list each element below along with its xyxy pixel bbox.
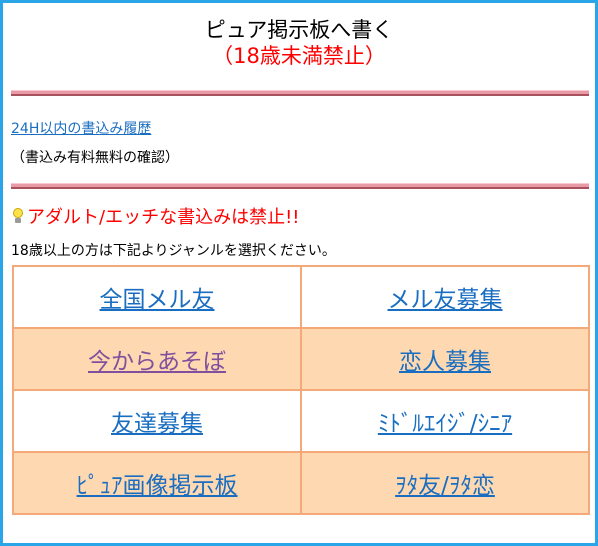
genre-cell: メル友募集 — [300, 265, 590, 329]
genre-table: 全国メル友 メル友募集 今からあそぼ 恋人募集 友達募集 ﾐﾄﾞﾙｴｲｼﾞ/ｼﾆ… — [12, 265, 590, 515]
age-restriction-notice: （18歳未満禁止） — [212, 44, 386, 68]
genre-cell: ﾐﾄﾞﾙｴｲｼﾞ/ｼﾆｱ — [300, 389, 590, 453]
genre-row: 友達募集 ﾐﾄﾞﾙｴｲｼﾞ/ｼﾆｱ — [12, 389, 590, 453]
genre-link-pure-image-board[interactable]: ﾋﾟｭｱ画像掲示板 — [77, 473, 238, 499]
adult-warning: アダルト/エッチな書込みは禁止!! — [11, 203, 300, 229]
genre-cell: ｦﾀ友/ｦﾀ恋 — [300, 451, 590, 515]
genre-cell: 今からあそぼ — [12, 327, 302, 391]
genre-link-friend-wanted[interactable]: 友達募集 — [111, 411, 203, 437]
genre-instruction: 18歳以上の方は下記よりジャンルを選択ください。 — [11, 243, 336, 259]
genre-link-mail-friend-wanted[interactable]: メル友募集 — [388, 287, 503, 313]
page-frame: ピュア掲示板へ書く （18歳未満禁止） 24H以内の書込み履歴 （書込み有料無料… — [0, 0, 598, 546]
genre-cell: 恋人募集 — [300, 327, 590, 391]
genre-link-otaku-friend-love[interactable]: ｦﾀ友/ｦﾀ恋 — [395, 473, 495, 499]
genre-link-middle-age-senior[interactable]: ﾐﾄﾞﾙｴｲｼﾞ/ｼﾆｱ — [378, 411, 512, 437]
history-note: （書込み有料無料の確認） — [11, 150, 179, 166]
genre-cell: ﾋﾟｭｱ画像掲示板 — [12, 451, 302, 515]
genre-row: ﾋﾟｭｱ画像掲示板 ｦﾀ友/ｦﾀ恋 — [12, 451, 590, 515]
genre-row: 今からあそぼ 恋人募集 — [12, 327, 590, 391]
lightbulb-icon — [11, 207, 25, 225]
genre-link-lover-wanted[interactable]: 恋人募集 — [399, 349, 491, 375]
divider-top — [11, 90, 589, 96]
header: ピュア掲示板へ書く （18歳未満禁止） — [3, 17, 595, 69]
genre-cell: 友達募集 — [12, 389, 302, 453]
page-title: ピュア掲示板へ書く — [204, 18, 394, 42]
divider-bottom — [11, 183, 589, 189]
genre-link-play-now[interactable]: 今からあそぼ — [88, 349, 226, 375]
adult-warning-text: アダルト/エッチな書込みは禁止!! — [27, 207, 300, 228]
history-link[interactable]: 24H以内の書込み履歴 — [11, 118, 151, 138]
genre-cell: 全国メル友 — [12, 265, 302, 329]
genre-row: 全国メル友 メル友募集 — [12, 265, 590, 329]
genre-link-nationwide-mail-friend[interactable]: 全国メル友 — [100, 287, 215, 313]
